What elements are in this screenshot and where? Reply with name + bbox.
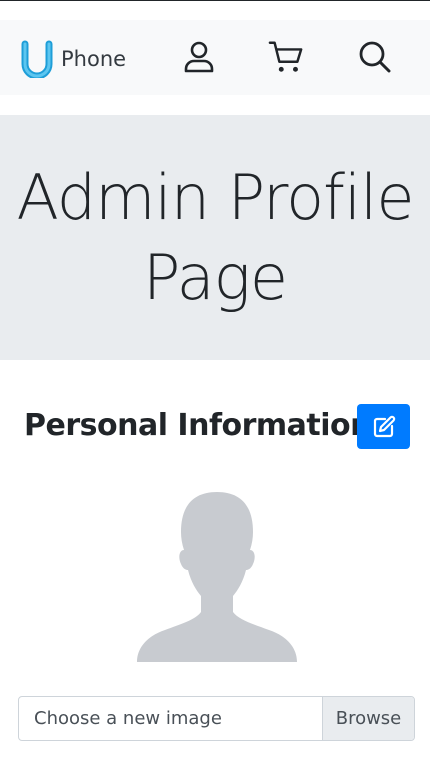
brand-link[interactable]: Phone (20, 40, 126, 78)
section-heading: Personal Information (24, 408, 372, 443)
edit-profile-button[interactable] (357, 404, 410, 449)
file-input-placeholder: Choose a new image (34, 708, 222, 729)
brand-name: Phone (61, 46, 127, 71)
search-icon (359, 41, 391, 73)
person-silhouette-icon (137, 492, 297, 662)
brand-logo-icon (21, 40, 53, 78)
edit-icon (373, 415, 395, 437)
search-button[interactable] (357, 39, 393, 75)
top-border (0, 0, 430, 1)
navbar: Phone (0, 20, 430, 95)
cart-button[interactable] (268, 39, 304, 75)
page-title: Admin Profile Page (16, 160, 414, 314)
browse-button[interactable]: Browse (322, 697, 414, 740)
image-file-input[interactable]: Choose a new image Browse (18, 696, 415, 741)
cart-icon (268, 41, 303, 72)
hero-banner: Admin Profile Page (0, 115, 430, 360)
avatar (129, 488, 305, 662)
user-icon (184, 41, 214, 73)
account-button[interactable] (181, 39, 217, 75)
